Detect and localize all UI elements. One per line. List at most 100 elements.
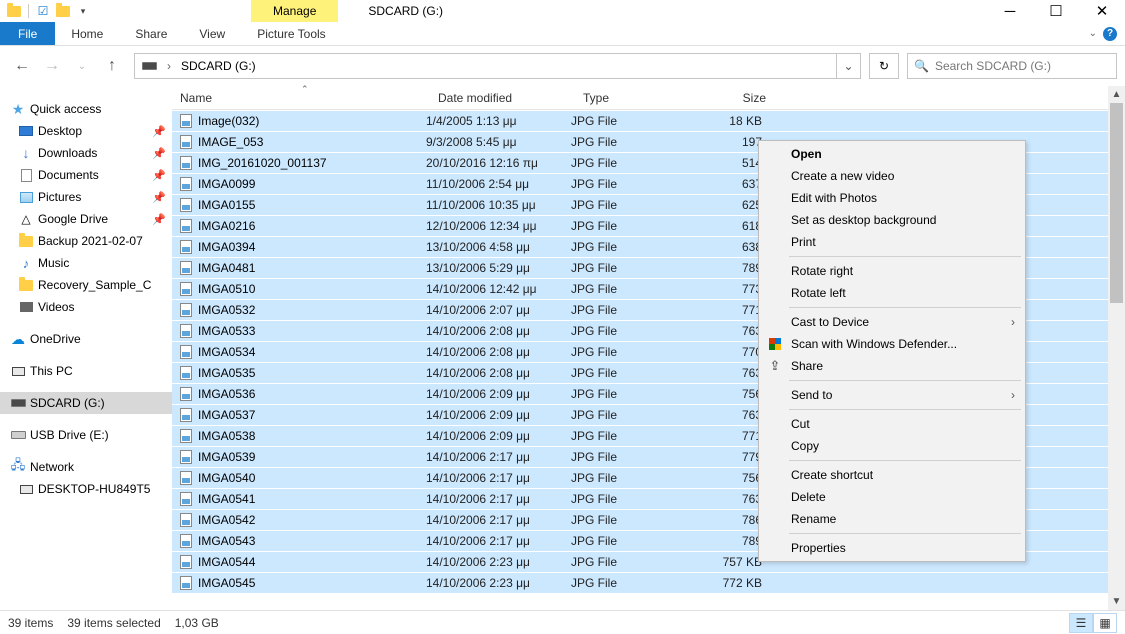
ctx-copy[interactable]: Copy: [761, 435, 1023, 457]
breadcrumb-chevron-icon[interactable]: ›: [163, 59, 175, 73]
breadcrumb-current[interactable]: SDCARD (G:): [175, 59, 262, 73]
sidebar-network[interactable]: 🖧Network: [0, 456, 172, 478]
scroll-thumb[interactable]: [1110, 103, 1123, 303]
file-type: JPG File: [571, 408, 692, 422]
column-header-date[interactable]: Date modified: [430, 86, 575, 109]
ribbon-collapse-icon[interactable]: ⌄: [1089, 28, 1097, 39]
file-type: JPG File: [571, 261, 692, 275]
navigation-toolbar: ← → ⌄ ↑ › SDCARD (G:) ⌄ ↻ 🔍 Search SDCAR…: [0, 46, 1125, 86]
sidebar-desktop[interactable]: Desktop📌: [0, 120, 172, 142]
ctx-rename[interactable]: Rename: [761, 508, 1023, 530]
column-header-type[interactable]: Type: [575, 86, 696, 109]
search-box[interactable]: 🔍 Search SDCARD (G:): [907, 53, 1117, 79]
new-folder-qat-icon[interactable]: [55, 3, 71, 19]
qat-dropdown-icon[interactable]: ▾: [75, 3, 91, 19]
ctx-print[interactable]: Print: [761, 231, 1023, 253]
sidebar-downloads[interactable]: ↓Downloads📌: [0, 142, 172, 164]
ctx-cut[interactable]: Cut: [761, 413, 1023, 435]
column-header-size[interactable]: Size: [696, 86, 774, 109]
up-button[interactable]: ↑: [98, 52, 126, 80]
file-type: JPG File: [571, 198, 692, 212]
file-row[interactable]: Image(032)1/4/2005 1:13 μμJPG File18 KB: [172, 110, 1108, 131]
home-tab[interactable]: Home: [55, 22, 119, 45]
file-type: JPG File: [571, 450, 692, 464]
picture-tools-tab[interactable]: Picture Tools: [241, 22, 341, 45]
ctx-share[interactable]: ⇪Share: [761, 355, 1023, 377]
sidebar-onedrive[interactable]: ☁OneDrive: [0, 328, 172, 350]
scroll-up-icon[interactable]: ▲: [1108, 86, 1125, 103]
submenu-arrow-icon: ›: [1011, 388, 1015, 402]
file-name: IMGA0532: [198, 303, 426, 317]
ctx-set-background[interactable]: Set as desktop background: [761, 209, 1023, 231]
sidebar-backup[interactable]: Backup 2021-02-07: [0, 230, 172, 252]
ctx-properties[interactable]: Properties: [761, 537, 1023, 559]
ctx-rotate-left[interactable]: Rotate left: [761, 282, 1023, 304]
history-dropdown-icon[interactable]: ⌄: [68, 52, 96, 80]
ctx-delete[interactable]: Delete: [761, 486, 1023, 508]
sidebar-recovery[interactable]: Recovery_Sample_C: [0, 274, 172, 296]
sidebar-videos[interactable]: Videos: [0, 296, 172, 318]
ctx-create-video[interactable]: Create a new video: [761, 165, 1023, 187]
file-date: 14/10/2006 2:17 μμ: [426, 471, 571, 485]
file-type: JPG File: [571, 366, 692, 380]
file-date: 14/10/2006 2:17 μμ: [426, 492, 571, 506]
close-button[interactable]: ✕: [1079, 0, 1125, 22]
ctx-cast[interactable]: Cast to Device›: [761, 311, 1023, 333]
sidebar-this-pc[interactable]: This PC: [0, 360, 172, 382]
properties-qat-icon[interactable]: ☑: [35, 3, 51, 19]
share-tab[interactable]: Share: [119, 22, 183, 45]
sidebar-documents[interactable]: Documents📌: [0, 164, 172, 186]
file-type: JPG File: [571, 324, 692, 338]
address-bar[interactable]: › SDCARD (G:) ⌄: [134, 53, 861, 79]
pin-icon: 📌: [152, 125, 166, 138]
back-button[interactable]: ←: [8, 52, 36, 80]
sidebar-music[interactable]: ♪Music: [0, 252, 172, 274]
refresh-button[interactable]: ↻: [869, 53, 899, 79]
col-label: Name: [180, 91, 212, 105]
file-type: JPG File: [571, 576, 692, 590]
ctx-label: Cast to Device: [791, 315, 869, 329]
ctx-open[interactable]: Open: [761, 143, 1023, 165]
forward-button[interactable]: →: [38, 52, 66, 80]
file-row[interactable]: IMGA054514/10/2006 2:23 μμJPG File772 KB: [172, 572, 1108, 593]
help-icon[interactable]: ?: [1103, 27, 1117, 41]
minimize-button[interactable]: ─: [987, 0, 1033, 22]
ctx-edit-photos[interactable]: Edit with Photos: [761, 187, 1023, 209]
vertical-scrollbar[interactable]: ▲ ▼: [1108, 86, 1125, 610]
ctx-create-shortcut[interactable]: Create shortcut: [761, 464, 1023, 486]
scroll-down-icon[interactable]: ▼: [1108, 593, 1125, 610]
cloud-icon: ☁: [10, 331, 26, 347]
file-name: IMGA0394: [198, 240, 426, 254]
thumbnails-view-button[interactable]: ▦: [1093, 613, 1117, 633]
videos-icon: [18, 299, 34, 315]
sidebar-label: Music: [38, 256, 69, 270]
file-name: IMGA0542: [198, 513, 426, 527]
file-date: 14/10/2006 2:09 μμ: [426, 408, 571, 422]
image-file-icon: [178, 449, 194, 465]
file-type: JPG File: [571, 345, 692, 359]
address-dropdown-icon[interactable]: ⌄: [836, 54, 860, 78]
view-tab[interactable]: View: [183, 22, 241, 45]
image-file-icon: [178, 491, 194, 507]
ctx-rotate-right[interactable]: Rotate right: [761, 260, 1023, 282]
file-name: IMGA0535: [198, 366, 426, 380]
file-name: IMGA0099: [198, 177, 426, 191]
maximize-button[interactable]: ☐: [1033, 0, 1079, 22]
sidebar-usb[interactable]: USB Drive (E:): [0, 424, 172, 446]
sidebar-pictures[interactable]: Pictures📌: [0, 186, 172, 208]
details-view-button[interactable]: ☰: [1069, 613, 1093, 633]
file-type: JPG File: [571, 492, 692, 506]
ctx-send-to[interactable]: Send to›: [761, 384, 1023, 406]
file-name: IMGA0545: [198, 576, 426, 590]
column-header-name[interactable]: Name⌃: [172, 86, 430, 109]
sidebar-remote-pc[interactable]: DESKTOP-HU849T5: [0, 478, 172, 500]
sidebar-sdcard[interactable]: SDCARD (G:): [0, 392, 172, 414]
ctx-separator: [789, 380, 1021, 381]
manage-contextual-tab[interactable]: Manage: [251, 0, 338, 22]
sidebar-google-drive[interactable]: △Google Drive📌: [0, 208, 172, 230]
star-icon: ★: [10, 101, 26, 117]
sidebar-quick-access[interactable]: ★Quick access: [0, 98, 172, 120]
ctx-defender[interactable]: Scan with Windows Defender...: [761, 333, 1023, 355]
file-tab[interactable]: File: [0, 22, 55, 45]
file-name: IMGA0543: [198, 534, 426, 548]
